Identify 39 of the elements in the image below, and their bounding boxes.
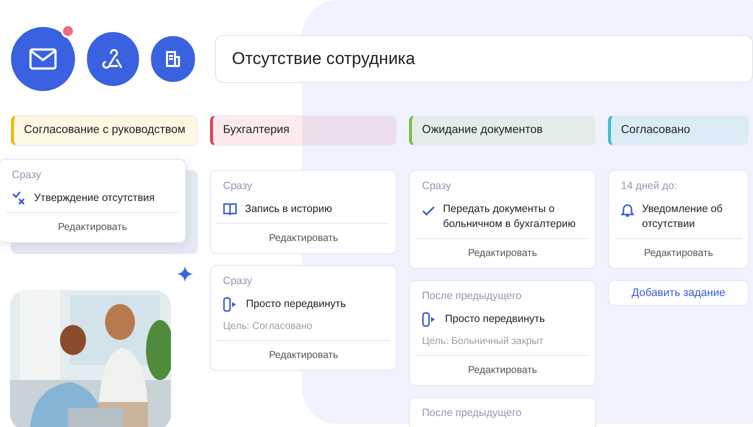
add-task-button[interactable]: Добавить задание [608, 280, 749, 306]
column-title: Согласование с руководством [24, 122, 186, 138]
task-title: Просто передвинуть [445, 312, 545, 326]
edit-button[interactable]: Редактировать [468, 246, 538, 261]
edit-button[interactable]: Редактировать [644, 246, 714, 261]
webhook-button[interactable] [87, 32, 139, 86]
column-title: Бухгалтерия [223, 122, 290, 138]
timing-label: Сразу [223, 179, 254, 194]
timing-label: После предыдущего [422, 288, 523, 304]
timing-label: После предыдущего [422, 406, 523, 420]
exit-icon [223, 296, 238, 312]
edit-button[interactable]: Редактировать [58, 220, 128, 235]
edit-button[interactable]: Редактировать [268, 230, 338, 246]
task-title: Передать документы о больничном в бухгалтерию [443, 202, 577, 232]
document-button[interactable] [150, 36, 195, 82]
exit-icon [422, 312, 437, 326]
target-label: Цель: Больничный закрыт [422, 334, 544, 348]
task-title: Просто передвинуть [246, 296, 346, 312]
target-label: Цель: Согласовано [223, 320, 314, 334]
timing-label: Сразу [12, 168, 42, 183]
sparkle-icon [177, 266, 193, 282]
edit-button[interactable]: Редактировать [468, 362, 538, 378]
book-icon [223, 202, 237, 216]
timing-label: Сразу [422, 179, 452, 194]
bell-icon [621, 204, 634, 218]
edit-button[interactable]: Редактировать [268, 348, 338, 362]
timing-label: 14 дней до: [621, 179, 678, 194]
column-title: Согласовано [621, 122, 690, 138]
check-cross-icon [12, 190, 26, 205]
task-title: Утверждение отсутствия [34, 190, 155, 206]
check-icon [422, 204, 435, 217]
task-title: Запись в историю [245, 202, 332, 217]
envelope-icon [29, 48, 57, 70]
timing-label: Сразу [223, 274, 254, 289]
task-title: Уведомление об отсутствии [642, 202, 724, 232]
column-title: Ожидание документов [422, 122, 543, 138]
title-field[interactable]: Отсутствие сотрудника [214, 35, 753, 83]
title-value: Отсутствие сотрудника [232, 48, 416, 70]
document-icon [164, 50, 181, 68]
